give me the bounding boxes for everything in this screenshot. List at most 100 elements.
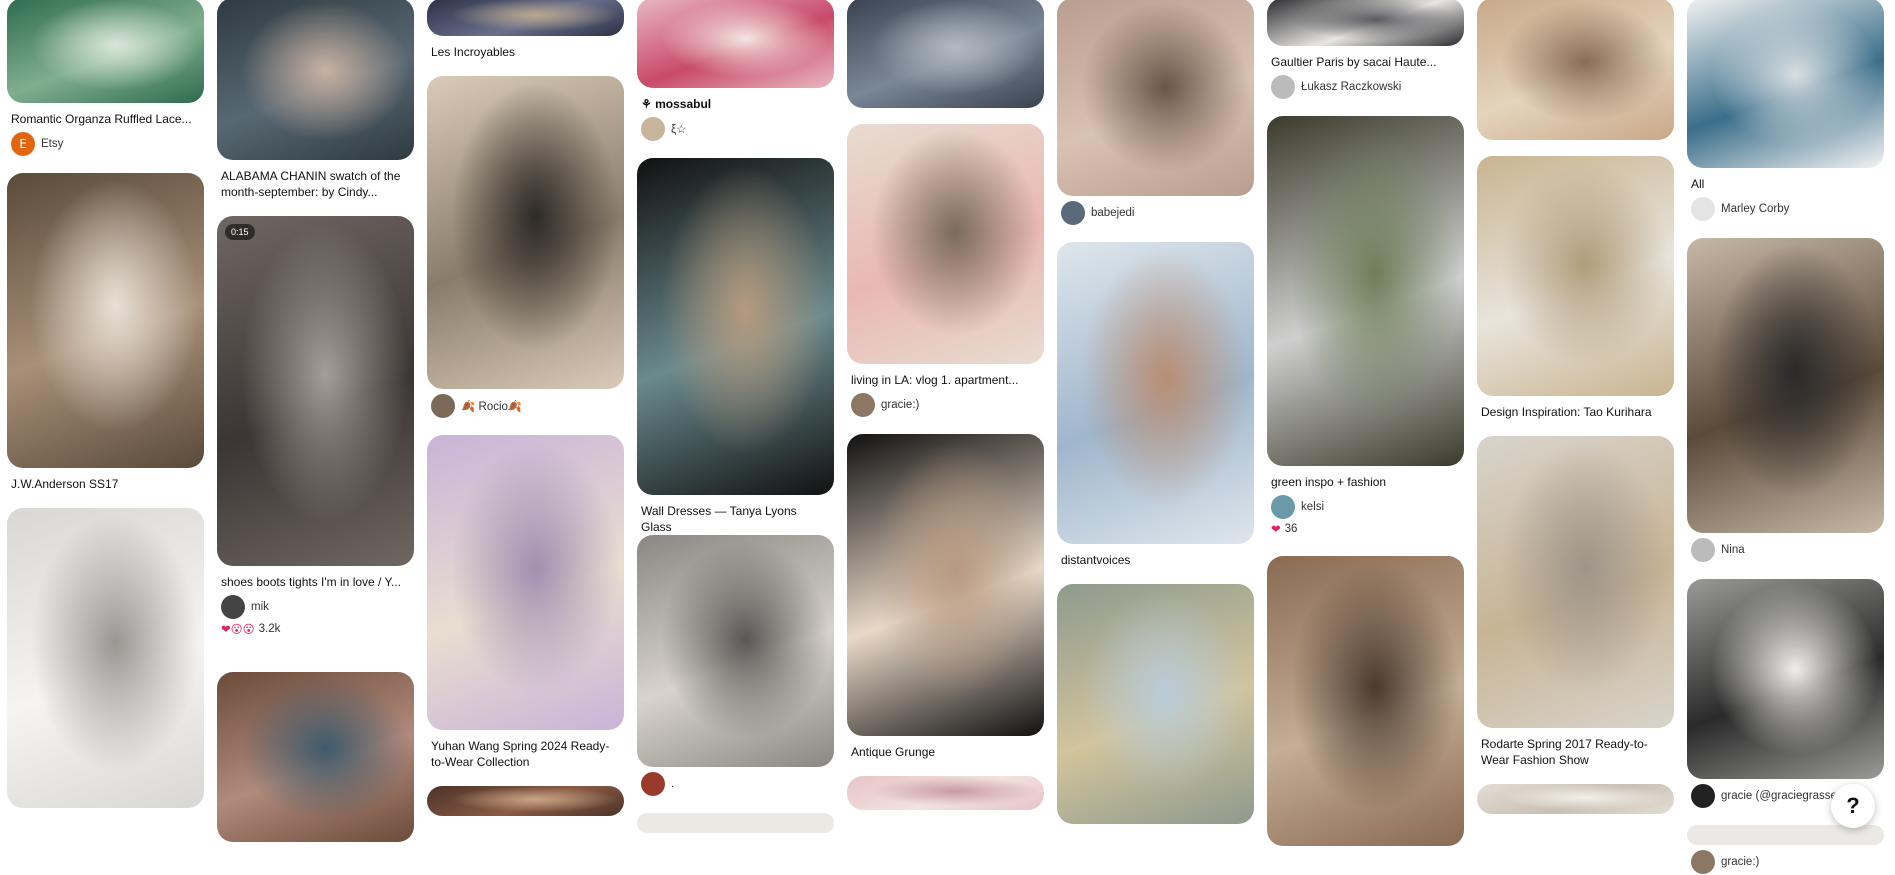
pin-image[interactable]: [637, 158, 834, 495]
pin-image[interactable]: [1477, 0, 1674, 140]
pin-title[interactable]: Design Inspiration: Tao Kurihara: [1481, 404, 1670, 420]
pin-card[interactable]: ALABAMA CHANIN swatch of the month-septe…: [217, 0, 414, 200]
avatar[interactable]: [431, 394, 455, 418]
pin-image[interactable]: [847, 124, 1044, 364]
avatar[interactable]: E: [11, 132, 35, 156]
creator-name[interactable]: Marley Corby: [1721, 203, 1789, 215]
pin-image[interactable]: [1477, 156, 1674, 396]
pin-image[interactable]: [427, 786, 624, 816]
pin-creator[interactable]: Marley Corby: [1691, 196, 1880, 222]
pin-card[interactable]: [847, 0, 1044, 108]
pin-title[interactable]: Les Incroyables: [431, 44, 620, 60]
creator-name[interactable]: Łukasz Raczkowski: [1301, 81, 1401, 93]
pin-creator[interactable]: E Etsy: [11, 131, 200, 157]
pin-title[interactable]: Wall Dresses — Tanya Lyons Glass: [641, 503, 830, 535]
pin-image[interactable]: [1687, 579, 1884, 779]
avatar[interactable]: [1271, 495, 1295, 519]
pin-creator[interactable]: 🍂 Rocio🍂: [431, 393, 620, 419]
avatar[interactable]: [1691, 197, 1715, 221]
pin-image[interactable]: [1057, 242, 1254, 544]
pin-image[interactable]: [217, 672, 414, 842]
pin-title[interactable]: green inspo + fashion: [1271, 474, 1460, 490]
pin-creator[interactable]: Nina: [1691, 537, 1880, 563]
avatar[interactable]: [1691, 784, 1715, 808]
pin-image[interactable]: [1687, 825, 1884, 845]
creator-name[interactable]: gracie:): [1721, 856, 1759, 868]
pin-title[interactable]: Antique Grunge: [851, 744, 1040, 760]
pin-image[interactable]: [1687, 0, 1884, 168]
pin-image[interactable]: [217, 0, 414, 160]
avatar[interactable]: [851, 393, 875, 417]
pin-card[interactable]: Les Incroyables: [427, 0, 624, 60]
pin-title[interactable]: Rodarte Spring 2017 Ready-to-Wear Fashio…: [1481, 736, 1670, 768]
pin-title[interactable]: Romantic Organza Ruffled Lace...: [11, 111, 200, 127]
pin-title[interactable]: distantvoices: [1061, 552, 1250, 568]
pin-title[interactable]: All: [1691, 176, 1880, 192]
pin-card[interactable]: Wall Dresses — Tanya Lyons Glass: [637, 158, 834, 535]
creator-name[interactable]: kelsi: [1301, 501, 1324, 513]
pin-image[interactable]: [1267, 556, 1464, 846]
creator-name[interactable]: babejedi: [1091, 207, 1134, 219]
pin-creator[interactable]: babejedi: [1061, 200, 1250, 226]
pin-creator[interactable]: .: [641, 771, 830, 797]
pin-image[interactable]: [637, 813, 834, 833]
avatar[interactable]: [641, 772, 665, 796]
pin-card[interactable]: Gaultier Paris by sacai Haute... Łukasz R…: [1267, 0, 1464, 100]
pin-card[interactable]: Rodarte Spring 2017 Ready-to-Wear Fashio…: [1477, 436, 1674, 768]
pin-card[interactable]: [7, 508, 204, 808]
pin-image[interactable]: [1057, 0, 1254, 196]
creator-name[interactable]: gracie:): [881, 399, 919, 411]
pin-image[interactable]: [847, 776, 1044, 810]
pin-title[interactable]: Yuhan Wang Spring 2024 Ready-to-Wear Col…: [431, 738, 620, 770]
pin-card[interactable]: 🍂 Rocio🍂: [427, 76, 624, 419]
creator-name[interactable]: Etsy: [41, 138, 63, 150]
pin-title[interactable]: ⚘ mossabul: [641, 96, 830, 112]
pin-card[interactable]: living in LA: vlog 1. apartment... gracie…: [847, 124, 1044, 418]
pin-card[interactable]: J.W.Anderson SS17: [7, 173, 204, 492]
pin-image[interactable]: [7, 0, 204, 103]
pin-card[interactable]: Nina: [1687, 238, 1884, 563]
pin-image[interactable]: [1267, 0, 1464, 46]
pin-creator[interactable]: gracie:): [1691, 849, 1880, 875]
pin-creator[interactable]: gracie:): [851, 392, 1040, 418]
pin-image[interactable]: [427, 435, 624, 730]
avatar[interactable]: [221, 595, 245, 619]
pin-image[interactable]: [7, 173, 204, 468]
pin-card[interactable]: ⚘ mossabul ξ☆: [637, 0, 834, 142]
creator-name[interactable]: .: [671, 778, 674, 790]
pin-title[interactable]: shoes boots tights I'm in love / Y...: [221, 574, 410, 590]
pin-card[interactable]: .: [637, 535, 834, 797]
pin-card[interactable]: [1477, 784, 1674, 814]
help-button[interactable]: ?: [1831, 784, 1875, 828]
pin-card[interactable]: distantvoices: [1057, 242, 1254, 568]
avatar[interactable]: [1691, 850, 1715, 874]
pin-creator[interactable]: kelsi: [1271, 494, 1460, 520]
avatar[interactable]: [641, 117, 665, 141]
pin-image[interactable]: [427, 76, 624, 389]
creator-name[interactable]: ξ☆: [671, 122, 686, 136]
pin-image[interactable]: [847, 0, 1044, 108]
pin-card[interactable]: gracie (@graciegrasseth) ·...: [1687, 579, 1884, 809]
pin-creator[interactable]: Łukasz Raczkowski: [1271, 74, 1460, 100]
pin-title[interactable]: J.W.Anderson SS17: [11, 476, 200, 492]
pin-card[interactable]: green inspo + fashion kelsi ❤ 36: [1267, 116, 1464, 536]
pin-card[interactable]: All Marley Corby: [1687, 0, 1884, 222]
pin-creator[interactable]: mik: [221, 594, 410, 620]
pin-card[interactable]: gracie:): [1687, 825, 1884, 875]
pin-image[interactable]: [427, 0, 624, 36]
pin-image[interactable]: [7, 508, 204, 808]
pin-title[interactable]: living in LA: vlog 1. apartment...: [851, 372, 1040, 388]
pin-image[interactable]: [847, 434, 1044, 736]
pin-image[interactable]: [1477, 436, 1674, 728]
pin-card[interactable]: [637, 813, 834, 833]
pin-card[interactable]: [847, 776, 1044, 810]
creator-name[interactable]: mik: [251, 601, 269, 613]
pin-card[interactable]: [1057, 584, 1254, 824]
pin-image[interactable]: [1057, 584, 1254, 824]
pin-card[interactable]: babejedi: [1057, 0, 1254, 226]
pin-creator[interactable]: ξ☆: [641, 116, 830, 142]
pin-card[interactable]: Romantic Organza Ruffled Lace... E Etsy: [7, 0, 204, 157]
pin-image[interactable]: [1687, 238, 1884, 533]
pin-card[interactable]: Antique Grunge: [847, 434, 1044, 760]
pin-card[interactable]: Yuhan Wang Spring 2024 Ready-to-Wear Col…: [427, 435, 624, 770]
